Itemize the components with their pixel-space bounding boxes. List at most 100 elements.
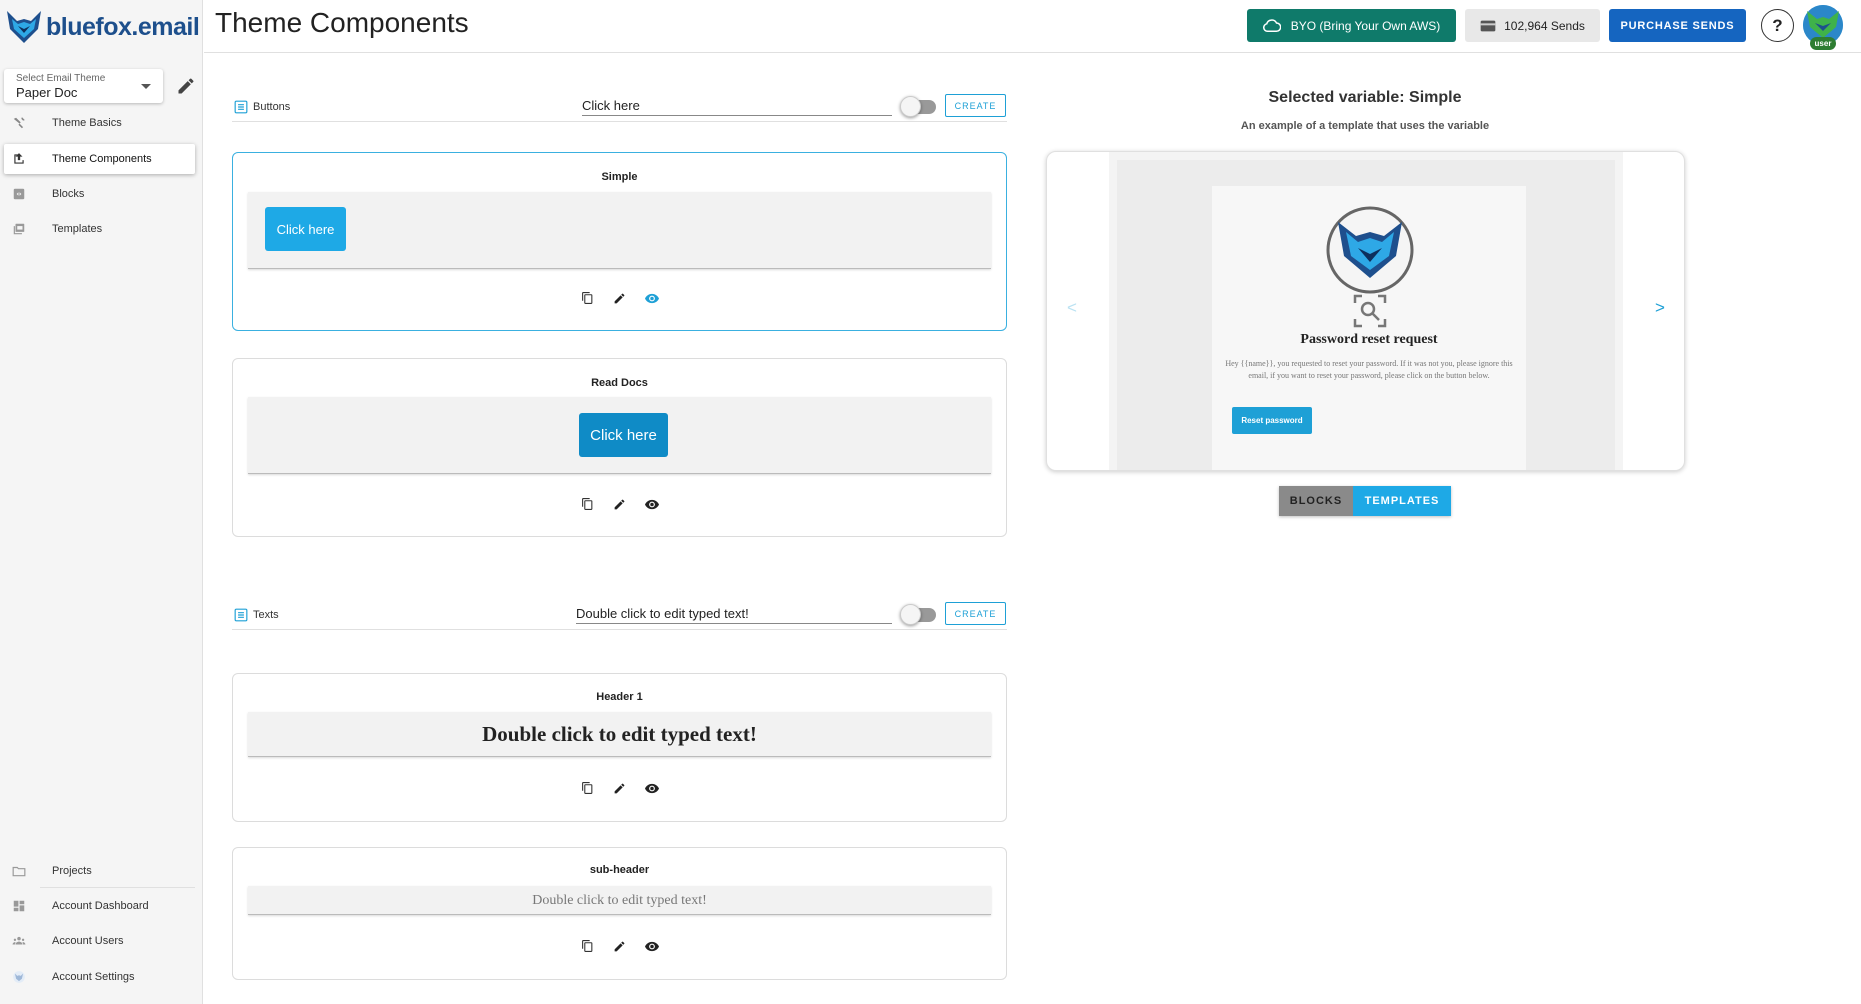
edit-icon[interactable]: [613, 781, 627, 795]
copy-icon[interactable]: [581, 781, 595, 795]
edit-theme-pencil-icon[interactable]: [176, 76, 196, 96]
sends-counter: 102,964 Sends: [1465, 9, 1600, 42]
tab-blocks[interactable]: BLOCKS: [1279, 486, 1353, 516]
texts-section-header: Texts CREATE: [232, 602, 1007, 630]
sidebar-item-label: Theme Basics: [52, 117, 122, 129]
user-role-badge: user: [1810, 37, 1836, 50]
sidebar-item-account-dashboard[interactable]: Account Dashboard: [4, 891, 195, 921]
sidebar-item-blocks[interactable]: Blocks: [4, 179, 195, 209]
tab-templates[interactable]: TEMPLATES: [1353, 486, 1451, 516]
eye-icon[interactable]: [644, 939, 659, 953]
templates-icon: [12, 222, 26, 236]
eye-icon[interactable]: [644, 497, 659, 511]
sidebar: bluefox.email Select Email Theme Paper D…: [0, 0, 203, 1004]
sidebar-item-label: Blocks: [52, 188, 85, 200]
sidebar-item-label: Account Dashboard: [52, 900, 149, 912]
sidebar-item-account-settings[interactable]: Account Settings: [4, 962, 195, 992]
sidebar-item-label: Account Settings: [52, 971, 135, 983]
byo-aws-label: BYO (Bring Your Own AWS): [1290, 18, 1441, 33]
button-preview[interactable]: Click here: [248, 397, 991, 474]
create-text-button[interactable]: CREATE: [945, 602, 1006, 625]
buttons-section-header: Buttons CREATE: [232, 94, 1007, 122]
card-actions: [233, 781, 1006, 795]
list-icon: [234, 100, 248, 114]
sidebar-item-label: Account Users: [52, 935, 124, 947]
email-body-text: Hey {{name}}, you requested to reset you…: [1225, 359, 1513, 380]
preview-subheader-text: Double click to edit typed text!: [532, 893, 707, 908]
chevron-down-icon: [141, 84, 151, 89]
eye-icon[interactable]: [644, 781, 659, 795]
card-icon: [1480, 20, 1496, 31]
sidebar-item-theme-components[interactable]: Theme Components: [4, 144, 195, 174]
card-actions: [233, 497, 1006, 511]
logo[interactable]: bluefox.email: [4, 4, 200, 50]
selected-variable-subtitle: An example of a template that uses the v…: [1240, 120, 1490, 132]
logo-text: bluefox.email: [46, 12, 200, 41]
text-preview[interactable]: Double click to edit typed text!: [248, 886, 991, 915]
component-icon: [12, 152, 26, 166]
sidebar-item-account-users[interactable]: Account Users: [4, 926, 195, 956]
copy-icon[interactable]: [581, 497, 595, 511]
reset-password-button: Reset password: [1232, 407, 1312, 434]
button-variant-card-read-docs[interactable]: Read Docs Click here: [232, 358, 1007, 537]
email-heading: Password reset request: [1300, 332, 1438, 347]
card-actions: [233, 291, 1006, 305]
sidebar-item-label: Projects: [52, 865, 92, 877]
card-title: Simple: [601, 171, 638, 183]
folder-icon: [12, 864, 26, 878]
edit-icon[interactable]: [613, 939, 627, 953]
fox-logo-icon: [1326, 206, 1414, 294]
help-button[interactable]: ?: [1761, 9, 1794, 42]
list-icon: [234, 608, 248, 622]
preview-button: Click here: [579, 413, 668, 457]
buttons-section-title: Buttons: [253, 101, 291, 113]
texts-toggle[interactable]: [900, 603, 938, 625]
create-button-button[interactable]: CREATE: [945, 94, 1006, 117]
sidebar-item-label: Templates: [52, 223, 103, 235]
text-input[interactable]: [576, 604, 892, 624]
template-preview-carousel: < Password reset request Hey {{name}}, y…: [1046, 151, 1685, 471]
selected-variable-title: Selected variable: Simple: [1268, 89, 1462, 106]
button-text-input[interactable]: [582, 96, 892, 116]
edit-icon[interactable]: [613, 291, 627, 305]
button-variant-card-simple[interactable]: Simple Click here: [232, 152, 1007, 331]
page-title: Theme Components: [215, 7, 469, 38]
header-divider: [204, 52, 1861, 53]
avatar[interactable]: user: [1803, 5, 1843, 50]
text-preview[interactable]: Double click to edit typed text!: [248, 712, 991, 757]
button-preview[interactable]: Click here: [248, 192, 991, 269]
divider: [40, 887, 195, 888]
copy-icon[interactable]: [581, 291, 595, 305]
card-title: Read Docs: [591, 377, 648, 389]
email-card: Password reset request Hey {{name}}, you…: [1212, 186, 1526, 470]
toggle-thumb: [900, 96, 921, 117]
template-preview[interactable]: Password reset request Hey {{name}}, you…: [1109, 152, 1623, 470]
copy-icon[interactable]: [581, 939, 595, 953]
buttons-toggle[interactable]: [900, 95, 938, 117]
text-variant-card-sub-header[interactable]: sub-header Double click to edit typed te…: [232, 847, 1007, 980]
email-canvas: Password reset request Hey {{name}}, you…: [1117, 160, 1615, 470]
card-actions: [233, 939, 1006, 953]
byo-aws-button[interactable]: BYO (Bring Your Own AWS): [1247, 9, 1456, 42]
email-theme-select[interactable]: Select Email Theme Paper Doc: [4, 69, 163, 103]
purchase-sends-button[interactable]: PURCHASE SENDS: [1609, 9, 1746, 42]
fox-logo-icon: [7, 11, 41, 43]
texts-section-title: Texts: [253, 609, 279, 621]
sends-label: 102,964 Sends: [1504, 18, 1585, 33]
preview-header-text: Double click to edit typed text!: [482, 722, 757, 746]
users-icon: [12, 934, 26, 948]
edit-icon[interactable]: [613, 497, 627, 511]
sidebar-item-projects[interactable]: Projects: [4, 856, 195, 886]
preview-tabs: BLOCKS TEMPLATES: [1279, 486, 1451, 516]
next-arrow-icon[interactable]: >: [1655, 298, 1665, 318]
eye-icon[interactable]: [644, 291, 659, 305]
sidebar-item-templates[interactable]: Templates: [4, 214, 195, 244]
tools-icon: [12, 116, 26, 130]
text-variant-card-header-1[interactable]: Header 1 Double click to edit typed text…: [232, 673, 1007, 822]
theme-select-label: Select Email Theme: [16, 73, 106, 84]
card-title: Header 1: [596, 691, 643, 703]
blocks-icon: [12, 187, 26, 201]
dashboard-icon: [12, 899, 26, 913]
prev-arrow-icon[interactable]: <: [1067, 298, 1077, 318]
sidebar-item-theme-basics[interactable]: Theme Basics: [4, 108, 195, 138]
